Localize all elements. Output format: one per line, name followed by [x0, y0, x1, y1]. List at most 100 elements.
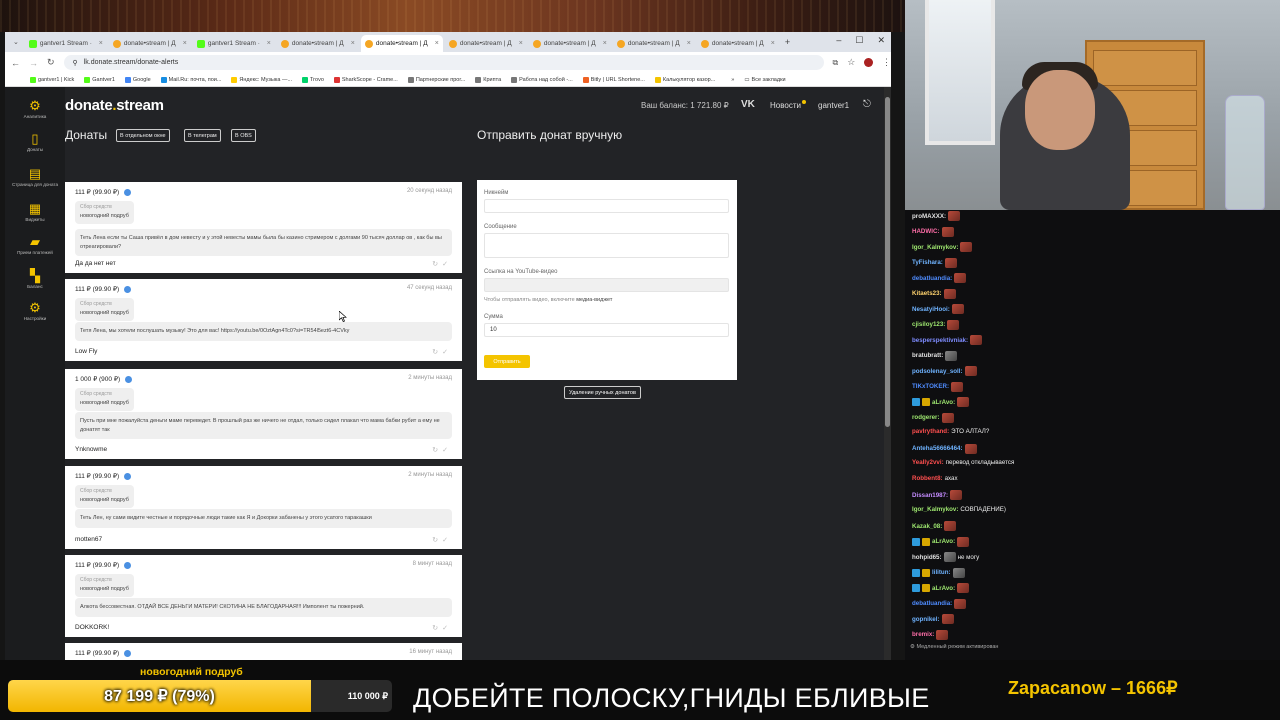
- info-icon[interactable]: [124, 472, 132, 480]
- bookmark-item[interactable]: Работа над собой -...: [511, 76, 573, 83]
- browser-tab[interactable]: donate•stream | Д ×: [277, 35, 359, 52]
- news-link[interactable]: Новости: [770, 101, 801, 110]
- chat-username[interactable]: pavlrythand:: [912, 428, 949, 435]
- vk-icon[interactable]: VK: [741, 99, 755, 110]
- chat-username[interactable]: NesatyiHooi:: [912, 306, 950, 313]
- chat-username[interactable]: bremix:: [912, 631, 934, 638]
- info-icon[interactable]: [125, 375, 133, 383]
- chat-username[interactable]: Dissan1987:: [912, 492, 948, 499]
- message-input[interactable]: [484, 233, 729, 258]
- checkmark-icon[interactable]: ✓: [442, 537, 452, 544]
- nav-item[interactable]: ⚙ Настройки: [5, 301, 65, 321]
- bookmark-item[interactable]: Яндекс: Музыка —...: [231, 76, 292, 83]
- bookmark-item[interactable]: SharkScope - Crame...: [333, 76, 398, 83]
- telegram-button[interactable]: В телеграм: [184, 129, 221, 142]
- nav-item[interactable]: ▰ Прием платежей: [5, 235, 65, 255]
- tab-close-icon[interactable]: ×: [99, 40, 103, 47]
- tab-close-icon[interactable]: ×: [519, 40, 523, 47]
- chat-username[interactable]: Kazak_08:: [912, 523, 942, 530]
- tab-close-icon[interactable]: ×: [603, 40, 607, 47]
- replay-icon[interactable]: ↻: [432, 537, 442, 544]
- bookmark-item[interactable]: Крипта: [475, 76, 501, 83]
- bookmark-item[interactable]: Google: [124, 76, 151, 83]
- chat-username[interactable]: lilitun:: [932, 569, 951, 576]
- extensions-icon[interactable]: ⧉: [833, 58, 839, 68]
- user-name[interactable]: gantver1: [818, 101, 849, 110]
- site-logo[interactable]: donate.stream: [65, 97, 164, 114]
- menu-icon[interactable]: ⋮: [882, 57, 891, 68]
- tab-close-icon[interactable]: ×: [183, 40, 187, 47]
- media-widget-link[interactable]: медиа-виджет: [576, 297, 612, 303]
- checkmark-icon[interactable]: ✓: [442, 349, 452, 356]
- chat-settings-icon[interactable]: ⚙: [910, 644, 915, 650]
- bookmark-item[interactable]: Mail.Ru: почта, пои...: [160, 76, 221, 83]
- chat-username[interactable]: aLrAvo:: [932, 399, 955, 406]
- nav-item[interactable]: ▤ Страница для доната: [5, 167, 65, 187]
- page-scrollbar-thumb[interactable]: [885, 97, 890, 427]
- bookmark-item[interactable]: Калькулятор казор...: [654, 76, 715, 83]
- info-icon[interactable]: [124, 285, 132, 293]
- obs-button[interactable]: В OBS: [231, 129, 256, 142]
- chat-username[interactable]: aLrAvo:: [932, 585, 955, 592]
- tab-close-icon[interactable]: ×: [771, 40, 775, 47]
- chat-username[interactable]: Igor_Kalmykov:: [912, 244, 958, 251]
- browser-tab[interactable]: gantver1 Stream · ×: [25, 35, 107, 52]
- address-bar[interactable]: ⚲ lk.donate.stream/donate-alerts: [63, 55, 824, 70]
- info-icon[interactable]: [124, 649, 132, 657]
- tab-close-icon[interactable]: ×: [435, 40, 439, 47]
- chat-username[interactable]: debatluandia:: [912, 275, 952, 282]
- delete-manual-donations-button[interactable]: Удаление ручных донатов: [564, 386, 641, 399]
- chat-username[interactable]: podsolenay_soll:: [912, 368, 963, 375]
- new-tab-button[interactable]: +: [785, 37, 790, 47]
- back-icon[interactable]: ←: [11, 58, 20, 68]
- all-bookmarks[interactable]: ▭ Все закладки: [744, 77, 785, 83]
- minimize-icon[interactable]: –: [836, 35, 841, 46]
- chat-username[interactable]: cjisiloy123:: [912, 321, 945, 328]
- chat-username[interactable]: hohpid65:: [912, 554, 942, 561]
- close-icon[interactable]: ✕: [877, 35, 885, 46]
- bookmark-item[interactable]: Партнерские прог...: [407, 76, 465, 83]
- browser-tab[interactable]: donate•stream | Д ×: [445, 35, 527, 52]
- tab-close-icon[interactable]: ×: [351, 40, 355, 47]
- chat-username[interactable]: proMAXXX:: [912, 213, 946, 220]
- chat-username[interactable]: TIKxTOKER:: [912, 383, 949, 390]
- bookmark-item[interactable]: Trovo: [302, 76, 324, 83]
- checkmark-icon[interactable]: ✓: [442, 447, 452, 454]
- bookmark-star-icon[interactable]: ☆: [847, 57, 855, 68]
- browser-tab[interactable]: donate•stream | Д ×: [109, 35, 191, 52]
- profile-avatar[interactable]: [864, 58, 873, 67]
- chat-username[interactable]: bratubratt:: [912, 352, 943, 359]
- bookmarks-more-icon[interactable]: »: [731, 77, 734, 83]
- chat-username[interactable]: besperspektivniak:: [912, 337, 968, 344]
- browser-tab[interactable]: donate•stream | Д ×: [697, 35, 779, 52]
- site-info-icon[interactable]: ⚲: [73, 59, 78, 67]
- chat-username[interactable]: HADWIC:: [912, 228, 940, 235]
- forward-icon[interactable]: →: [29, 58, 38, 68]
- bookmark-item[interactable]: Bitly | URL Shortene...: [582, 76, 645, 83]
- bookmark-item[interactable]: gantver1 | Kick: [30, 76, 74, 83]
- send-button[interactable]: Отправить: [484, 355, 530, 368]
- sum-input[interactable]: 10: [484, 323, 729, 337]
- replay-icon[interactable]: ↻: [432, 261, 442, 268]
- tab-close-icon[interactable]: ×: [687, 40, 691, 47]
- nav-item[interactable]: ⚙ Аналитика: [5, 99, 65, 119]
- chat-username[interactable]: Igor_Kalmykov:: [912, 506, 958, 513]
- tab-search-icon[interactable]: ⌄: [13, 38, 19, 46]
- tab-close-icon[interactable]: ×: [267, 40, 271, 47]
- replay-icon[interactable]: ↻: [432, 349, 442, 356]
- maximize-icon[interactable]: ☐: [855, 35, 863, 46]
- nav-item[interactable]: ▯ Донаты: [5, 132, 65, 152]
- info-icon[interactable]: [124, 188, 132, 196]
- open-in-window-button[interactable]: В отдельном окне: [116, 129, 170, 142]
- reload-icon[interactable]: ↻: [47, 57, 55, 68]
- info-icon[interactable]: [124, 561, 132, 569]
- nav-item[interactable]: ▦ Виджеты: [5, 202, 65, 222]
- chat-username[interactable]: TyFishara:: [912, 259, 943, 266]
- chat-username[interactable]: Yeally2vvi:: [912, 459, 944, 466]
- replay-icon[interactable]: ↻: [432, 625, 442, 632]
- chat-username[interactable]: Kitaets23:: [912, 290, 942, 297]
- nickname-input[interactable]: [484, 199, 729, 213]
- browser-tab[interactable]: gantver1 Stream · ×: [193, 35, 275, 52]
- chat-username[interactable]: aLrAvo:: [932, 538, 955, 545]
- chat-username[interactable]: debatluandia:: [912, 600, 952, 607]
